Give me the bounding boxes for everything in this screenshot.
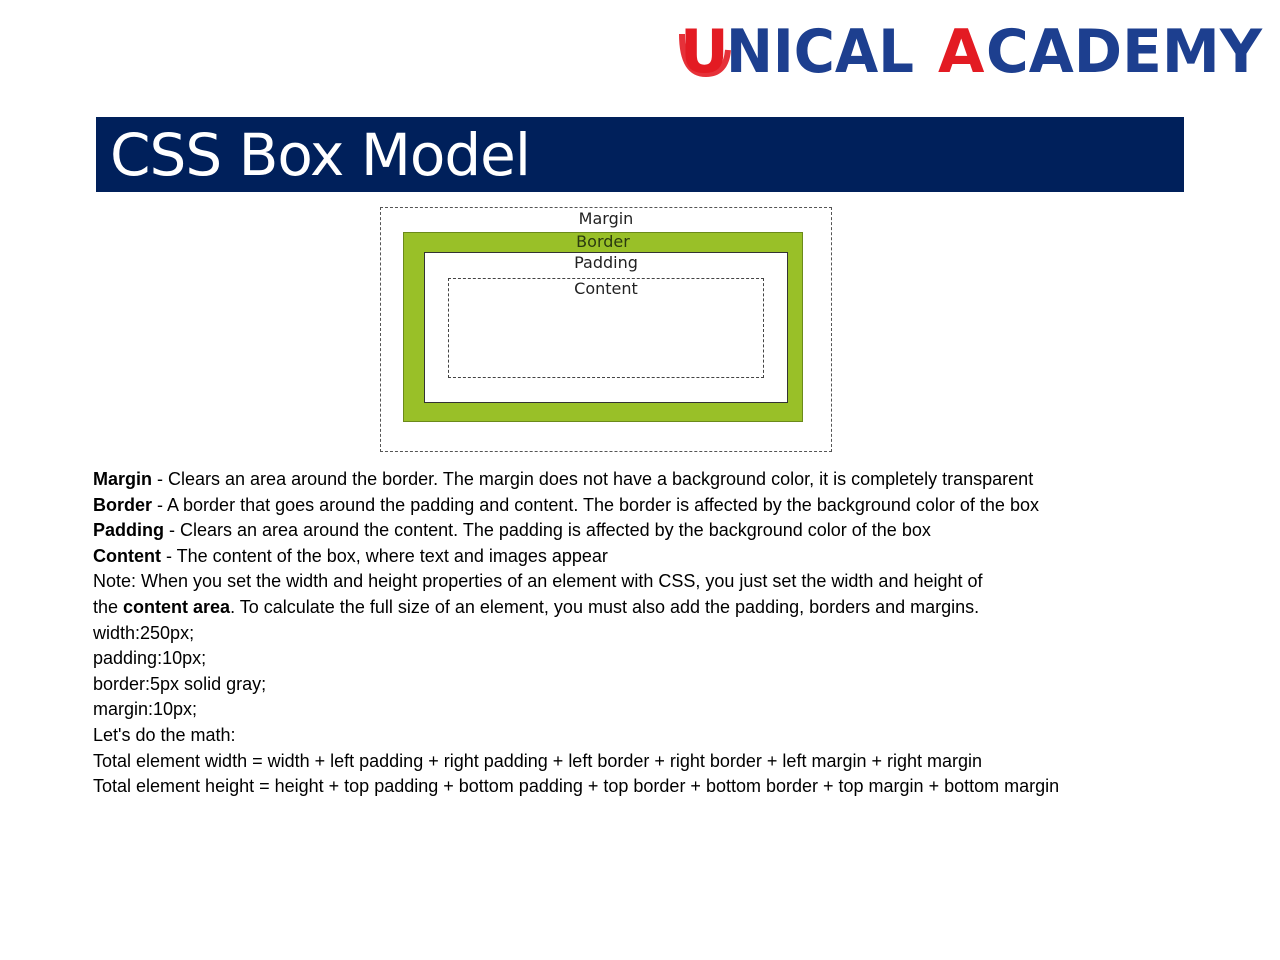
definition-margin: Margin - Clears an area around the borde… (93, 467, 1213, 493)
note-bold: content area (123, 596, 231, 617)
svg-text:A: A (938, 17, 985, 80)
page-title: CSS Box Model (110, 121, 531, 189)
definition-border: Border - A border that goes around the p… (93, 493, 1213, 519)
note-line-2: the content area. To calculate the full … (93, 595, 1213, 621)
definition-text: - The content of the box, where text and… (160, 545, 608, 566)
note-suffix: . To calculate the full size of an eleme… (230, 596, 980, 617)
margin-label: Margin (578, 209, 634, 228)
content-area: Content (448, 278, 764, 378)
unical-academy-logo: U NICAL A CADEMY (676, 16, 1266, 80)
definition-text: - Clears an area around the border. The … (152, 469, 1034, 489)
code-line: width:250px; (93, 622, 195, 643)
description-text: Margin - Clears an area around the borde… (93, 467, 1213, 800)
definition-term: Margin (93, 469, 153, 489)
definition-padding: Padding - Clears an area around the cont… (93, 518, 1213, 544)
border-area: Border Padding Content (403, 232, 803, 422)
math-intro: Let's do the math: (93, 724, 236, 745)
code-line: margin:10px; (93, 699, 198, 720)
code-line: border:5px solid gray; (93, 673, 267, 694)
width-formula: Total element width = width + left paddi… (93, 750, 983, 771)
svg-text:U: U (680, 17, 729, 80)
svg-text:CADEMY: CADEMY (986, 17, 1263, 80)
padding-area: Padding Content (424, 252, 788, 403)
height-formula: Total element height = height + top padd… (93, 776, 1060, 797)
content-label: Content (574, 279, 638, 298)
note-line-1: Note: When you set the width and height … (93, 571, 983, 592)
definition-content: Content - The content of the box, where … (93, 544, 1213, 570)
border-label: Border (576, 232, 630, 251)
definition-term: Content (93, 545, 161, 566)
code-line: padding:10px; (93, 648, 207, 669)
definition-text: - A border that goes around the padding … (152, 494, 1039, 515)
definition-term: Border (93, 494, 153, 515)
padding-label: Padding (574, 253, 638, 272)
title-bar: CSS Box Model (96, 117, 1184, 192)
definition-text: - Clears an area around the content. The… (164, 520, 931, 541)
svg-text:NICAL: NICAL (726, 17, 914, 80)
note-prefix: the (93, 596, 124, 617)
definition-term: Padding (93, 520, 164, 541)
box-model-diagram: Margin Border Padding Content (380, 207, 832, 452)
